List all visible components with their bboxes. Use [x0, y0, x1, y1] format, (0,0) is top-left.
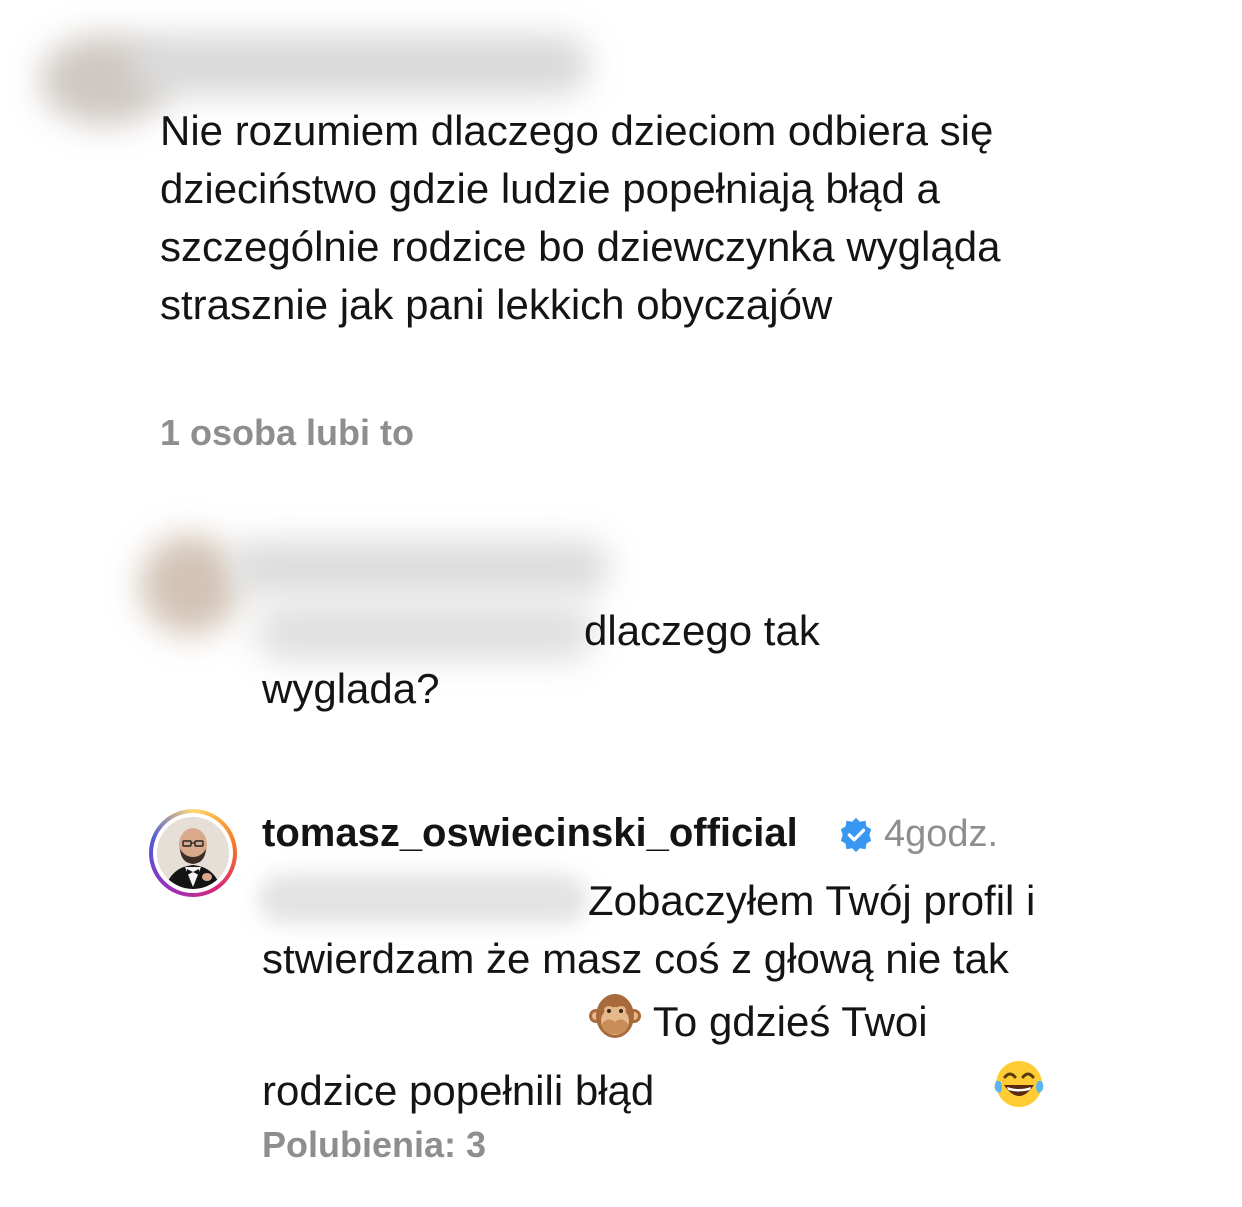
verified-badge-icon	[837, 816, 875, 854]
username-blurred	[230, 540, 610, 595]
tears-of-joy-emoji	[666, 1057, 1046, 1126]
comment-text-3: Zobaczyłem Twój profil i stwierdzam że m…	[262, 872, 1062, 1126]
avatar-photo	[157, 817, 229, 889]
avatar-blurred	[140, 535, 240, 635]
comment-time: 4godz.	[884, 813, 999, 855]
comment-text-1: Nie rozumiem dlaczego dzieciom odbiera s…	[160, 107, 1001, 328]
comment-likes-3[interactable]: Polubienia: 3	[262, 1124, 486, 1166]
comment-text-3-part1: Zobaczyłem Twój profil i stwierdzam że m…	[262, 877, 1036, 982]
see-no-evil-monkey-emoji	[262, 988, 642, 1057]
comment-text-2: dlaczego tak wyglada?	[262, 607, 820, 712]
comment-username[interactable]: tomasz_oswiecinski_official	[262, 811, 798, 856]
comment-likes-1[interactable]: 1 osoba lubi to	[160, 412, 414, 454]
username-blurred	[130, 35, 590, 95]
avatar[interactable]	[149, 809, 237, 897]
